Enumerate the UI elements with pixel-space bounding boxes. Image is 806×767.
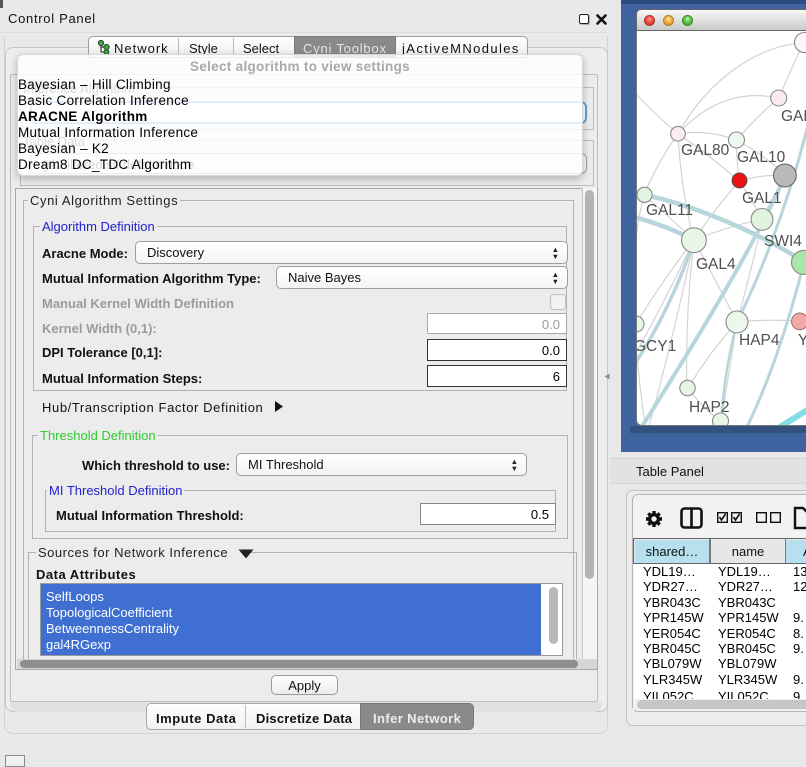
svg-text:GAL4: GAL4 xyxy=(696,256,736,273)
svg-text:GCY1: GCY1 xyxy=(637,338,676,355)
svg-text:GAL1: GAL1 xyxy=(742,190,782,207)
svg-text:GAL7: GAL7 xyxy=(781,108,806,125)
svg-text:HAP4: HAP4 xyxy=(739,332,780,349)
svg-text:GAL10: GAL10 xyxy=(737,149,786,166)
svg-text:Y: Y xyxy=(798,332,806,349)
svg-text:GAL80: GAL80 xyxy=(681,142,730,159)
svg-text:SWI4: SWI4 xyxy=(764,233,802,250)
svg-text:HAP2: HAP2 xyxy=(689,399,730,416)
svg-text:GAL11: GAL11 xyxy=(646,202,693,219)
